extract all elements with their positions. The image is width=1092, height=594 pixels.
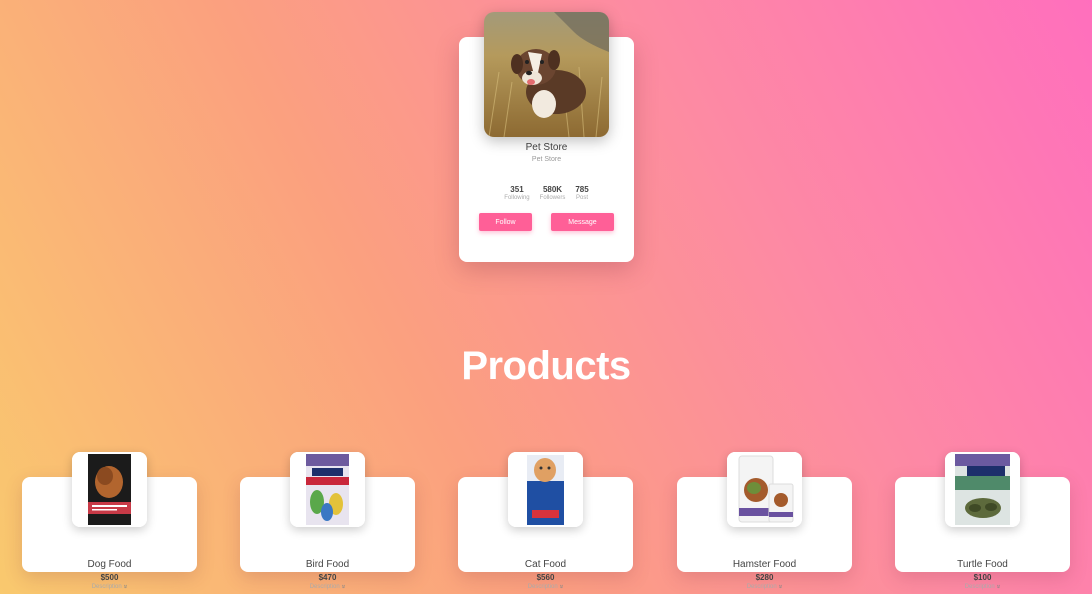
turtle-food-bag-icon xyxy=(945,452,1020,527)
description-label: Description xyxy=(91,584,122,590)
stat-value: 580K xyxy=(542,185,563,194)
stat-posts: 785 Post xyxy=(575,185,588,201)
product-card[interactable]: Cat Food $560 Description » xyxy=(458,452,633,590)
dog-photo-icon xyxy=(484,12,609,137)
product-name: Hamster Food xyxy=(732,559,797,570)
stat-value: 785 xyxy=(575,185,589,194)
product-price: $280 xyxy=(755,573,774,582)
product-card[interactable]: Dog Food $500 Description » xyxy=(22,452,197,590)
profile-photo xyxy=(484,12,609,137)
product-image xyxy=(290,452,365,527)
products-heading: Products xyxy=(461,344,631,388)
product-description-toggle[interactable]: Description » xyxy=(240,583,415,590)
stat-value: 351 xyxy=(510,185,524,194)
bird-food-bag-icon xyxy=(290,452,365,527)
product-image xyxy=(945,452,1020,527)
profile-stats: 351 Following 580K Followers 785 Post xyxy=(459,185,634,201)
chevron-down-icon: » xyxy=(994,584,1002,589)
product-name: Dog Food xyxy=(87,559,132,570)
product-card[interactable]: Bird Food $470 Description » xyxy=(240,452,415,590)
product-price: $560 xyxy=(536,573,555,582)
profile-name: Pet Store xyxy=(525,142,568,153)
profile-subtitle: Pet Store xyxy=(531,156,562,163)
stat-label: Post xyxy=(576,195,589,201)
product-card[interactable]: Hamster Food $280 Description » xyxy=(677,452,852,590)
product-description-toggle[interactable]: Description » xyxy=(22,583,197,590)
product-name: Turtle Food xyxy=(957,559,1008,570)
product-image xyxy=(727,452,802,527)
product-name: Cat Food xyxy=(524,559,567,570)
cat-food-bag-icon xyxy=(508,452,583,527)
stat-followers: 580K Followers xyxy=(540,185,566,201)
product-price: $470 xyxy=(318,573,337,582)
chevron-down-icon: » xyxy=(557,584,565,589)
chevron-down-icon: » xyxy=(339,584,347,589)
chevron-down-icon: » xyxy=(121,584,129,589)
product-name: Bird Food xyxy=(305,559,350,570)
description-label: Description xyxy=(964,584,995,590)
stat-label: Following xyxy=(504,195,530,201)
product-card[interactable]: Turtle Food $100 Description » xyxy=(895,452,1070,590)
product-description-toggle[interactable]: Description » xyxy=(895,583,1070,590)
product-description-toggle[interactable]: Description » xyxy=(458,583,633,590)
stat-label: Followers xyxy=(539,195,566,201)
product-image xyxy=(72,452,147,527)
message-button[interactable]: Message xyxy=(551,213,614,231)
product-price: $500 xyxy=(100,573,119,582)
dog-food-bag-icon xyxy=(72,452,147,527)
hamster-food-bag-icon xyxy=(727,452,802,527)
product-image xyxy=(508,452,583,527)
description-label: Description xyxy=(309,584,340,590)
chevron-down-icon: » xyxy=(776,584,784,589)
stat-following: 351 Following xyxy=(504,185,529,201)
follow-button[interactable]: Follow xyxy=(479,213,532,231)
description-label: Description xyxy=(746,584,777,590)
product-description-toggle[interactable]: Description » xyxy=(677,583,852,590)
description-label: Description xyxy=(527,584,558,590)
product-price: $100 xyxy=(973,573,992,582)
